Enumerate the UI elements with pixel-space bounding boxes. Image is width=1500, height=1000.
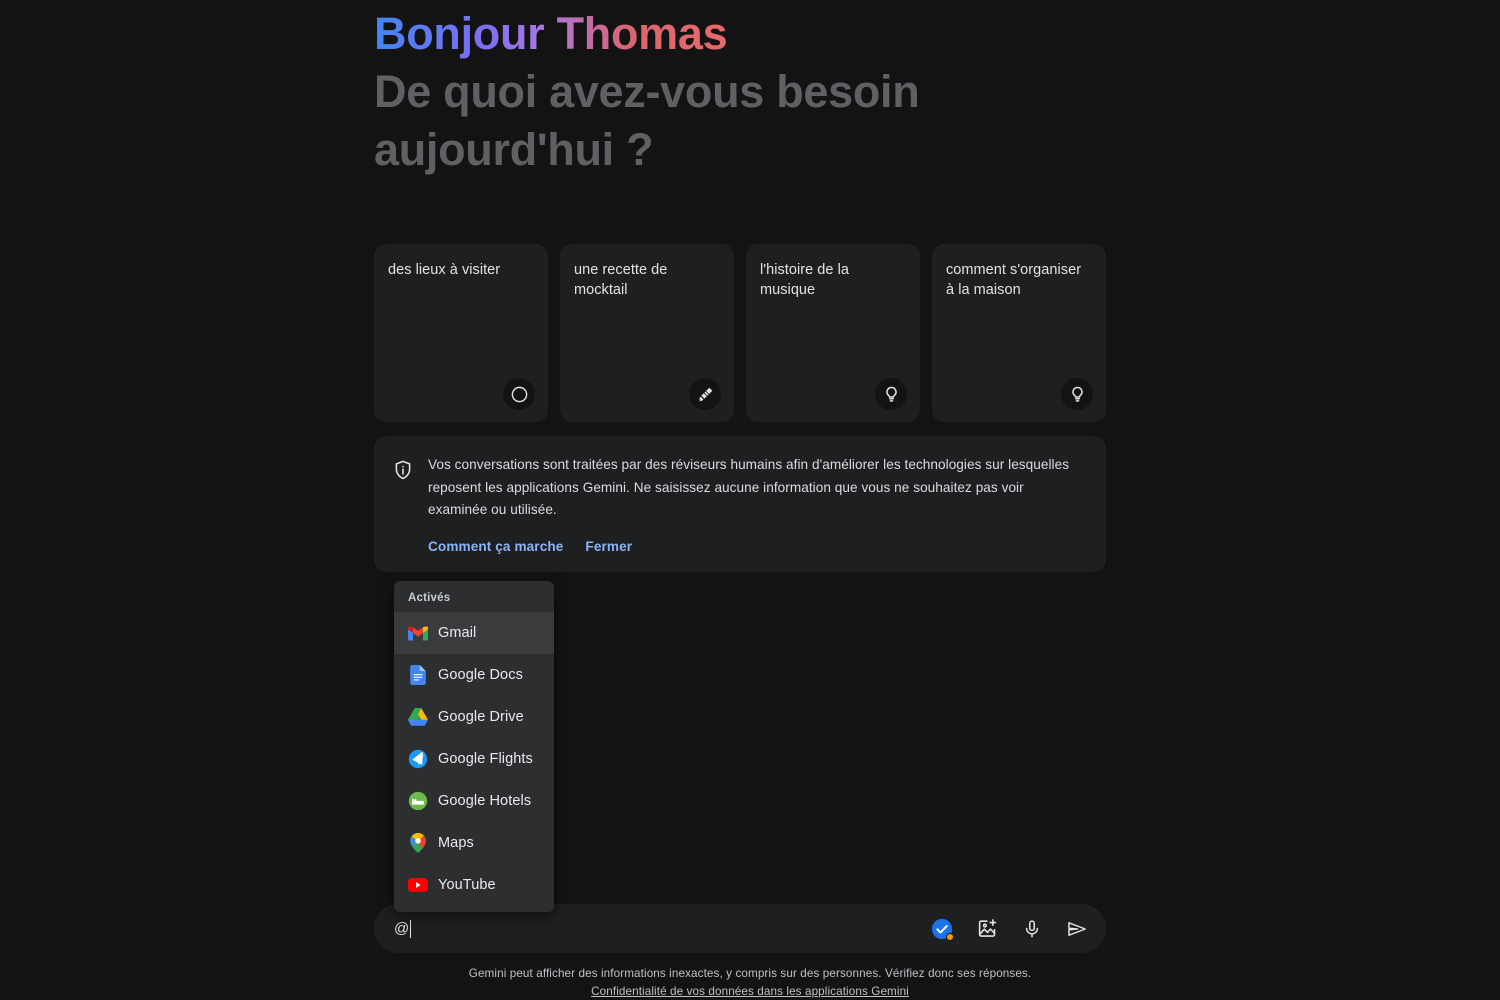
lightbulb-icon (875, 378, 907, 410)
gemini-home-page: Bonjour Thomas De quoi avez-vous besoin … (0, 0, 1500, 1000)
greeting-question: De quoi avez-vous besoin aujourd'hui ? (374, 66, 920, 175)
suggestion-card[interactable]: l'histoire de la musique (746, 244, 920, 422)
privacy-notice-banner: Vos conversations sont traitées par des … (374, 436, 1106, 572)
google-hotels-icon (408, 791, 428, 811)
verified-check-icon[interactable] (929, 916, 955, 942)
google-docs-icon (408, 665, 428, 685)
suggestion-card-text: l'histoire de la musique (760, 262, 850, 298)
suggestion-card-text: une recette de mocktail (574, 262, 668, 298)
greeting-name: Bonjour Thomas (374, 4, 728, 63)
footer-disclaimer: Gemini peut afficher des informations in… (468, 967, 1032, 980)
dropdown-item-label: YouTube (438, 877, 496, 893)
dropdown-item-label: Google Docs (438, 667, 523, 683)
dropdown-item-label: Google Hotels (438, 793, 532, 809)
privacy-policy-link[interactable]: Confidentialité de vos données dans les … (591, 985, 909, 998)
dropdown-item-google-hotels[interactable]: Google Hotels (394, 780, 554, 822)
text-caret (410, 919, 412, 938)
dropdown-item-label: Maps (438, 835, 474, 851)
suggestion-card-text: comment s'organiser à la maison (946, 262, 1082, 298)
privacy-notice-body: Vos conversations sont traitées par des … (428, 454, 1084, 554)
prompt-input-value: @ (394, 920, 410, 937)
explore-icon (503, 378, 535, 410)
dropdown-item-gmail[interactable]: Gmail (394, 612, 554, 654)
footer: Gemini peut afficher des informations in… (0, 965, 1500, 1000)
youtube-icon (408, 875, 428, 895)
dropdown-item-youtube[interactable]: YouTube (394, 864, 554, 906)
google-maps-icon (408, 833, 428, 853)
dropdown-section-header: Activés (408, 592, 451, 604)
send-icon[interactable] (1064, 916, 1090, 942)
privacy-shield-icon (392, 454, 414, 554)
close-banner-link[interactable]: Fermer (585, 539, 632, 554)
suggestion-card[interactable]: des lieux à visiter (374, 244, 548, 422)
privacy-notice-actions: Comment ça marche Fermer (428, 539, 1084, 554)
google-drive-icon (408, 707, 428, 727)
dropdown-item-label: Gmail (438, 625, 477, 641)
dropdown-item-google-flights[interactable]: Google Flights (394, 738, 554, 780)
brush-icon (689, 378, 721, 410)
prompt-actions (929, 916, 1090, 942)
gmail-icon (408, 623, 428, 643)
suggestion-card[interactable]: une recette de mocktail (560, 244, 734, 422)
lightbulb-icon (1061, 378, 1093, 410)
greeting-block: Bonjour Thomas De quoi avez-vous besoin … (374, 4, 1134, 179)
app-mention-dropdown: Activés Gmail Google Docs Google Drive G… (394, 581, 554, 912)
notification-dot (946, 932, 954, 941)
dropdown-item-maps[interactable]: Maps (394, 822, 554, 864)
google-flights-icon (408, 749, 428, 769)
suggestion-card[interactable]: comment s'organiser à la maison (932, 244, 1106, 422)
suggestion-card-text: des lieux à visiter (388, 262, 501, 278)
dropdown-item-label: Google Drive (438, 709, 524, 725)
add-image-icon[interactable] (974, 916, 1000, 942)
dropdown-item-google-drive[interactable]: Google Drive (394, 696, 554, 738)
privacy-notice-text: Vos conversations sont traitées par des … (428, 457, 1070, 517)
suggestion-cards: des lieux à visiter une recette de mockt… (374, 244, 1106, 422)
microphone-icon[interactable] (1019, 916, 1045, 942)
how-it-works-link[interactable]: Comment ça marche (428, 539, 563, 554)
dropdown-item-google-docs[interactable]: Google Docs (394, 654, 554, 696)
dropdown-item-label: Google Flights (438, 751, 533, 767)
